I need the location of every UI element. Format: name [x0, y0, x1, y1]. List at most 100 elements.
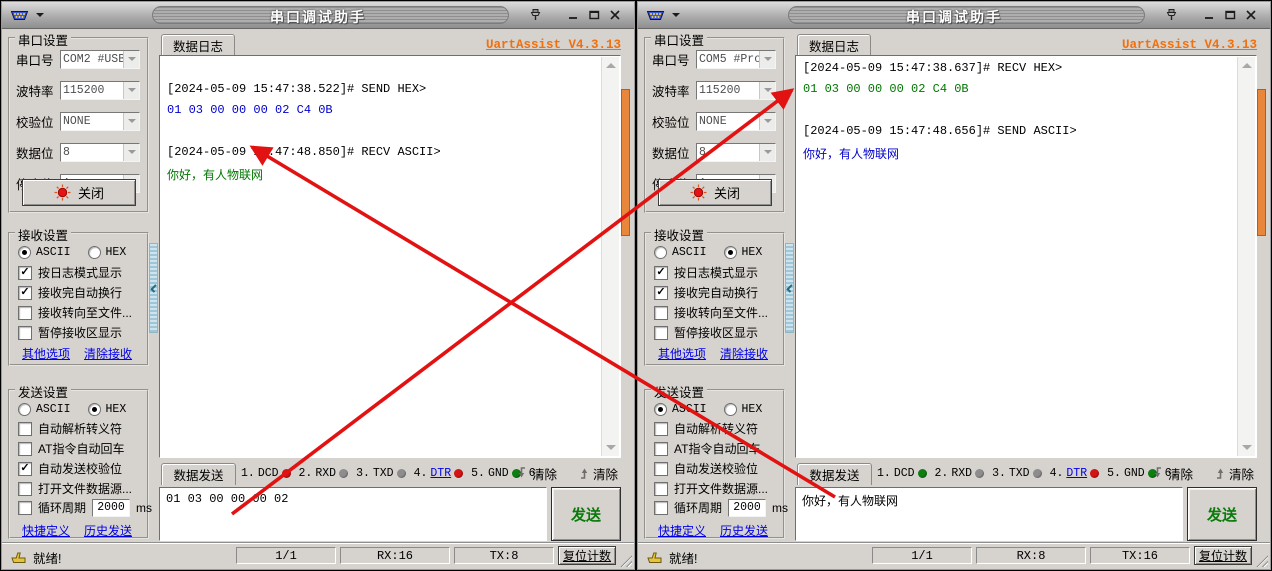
checkbox-log-mode[interactable] — [18, 266, 32, 280]
brand-link[interactable]: UartAssist V4.3.13 — [1122, 38, 1257, 52]
scrollbar-thumb[interactable] — [621, 89, 630, 236]
dropdown-button[interactable] — [759, 51, 775, 68]
log-scrollbar[interactable] — [1237, 57, 1255, 456]
parity-combo[interactable]: NONE — [60, 112, 140, 131]
scroll-up-icon[interactable] — [1242, 63, 1252, 68]
window-menu-button[interactable] — [10, 6, 44, 24]
maximize-button[interactable] — [585, 6, 603, 23]
pin-button[interactable] — [1162, 6, 1180, 23]
cycle-period-input[interactable]: 2000 — [92, 499, 130, 517]
dropdown-button[interactable] — [123, 144, 139, 161]
tab-label: 数据日志 — [809, 36, 859, 55]
tab-data-log[interactable]: 数据日志 — [161, 34, 235, 56]
send-button[interactable]: 发送 — [1187, 487, 1257, 541]
checkbox-redirect-file[interactable] — [654, 306, 668, 320]
checkbox-file-source[interactable] — [654, 482, 668, 496]
radio-send-hex[interactable] — [88, 403, 101, 416]
checkbox-auto-wrap[interactable] — [654, 286, 668, 300]
scrollbar-thumb[interactable] — [1257, 89, 1266, 236]
tab-data-send[interactable]: 数据发送 — [161, 463, 236, 485]
close-button[interactable] — [1242, 6, 1260, 23]
log-scrollbar[interactable] — [601, 57, 619, 456]
minimize-button[interactable] — [1200, 6, 1218, 23]
panel-splitter[interactable] — [785, 243, 794, 333]
pin-button[interactable] — [526, 6, 544, 23]
send-button[interactable]: 发送 — [551, 487, 621, 541]
maximize-button[interactable] — [1221, 6, 1239, 23]
link-other-options[interactable]: 其他选项 — [658, 345, 706, 362]
indicator-dtr[interactable]: 4.DTR — [1050, 467, 1100, 480]
port-combo[interactable]: COM2 #USB — [60, 50, 140, 69]
scroll-down-icon[interactable] — [1242, 445, 1252, 450]
baudrate-combo[interactable]: 115200 — [60, 81, 140, 100]
radio-send-hex[interactable] — [724, 403, 737, 416]
dropdown-button[interactable] — [759, 113, 775, 130]
close-port-button[interactable]: 关闭 — [22, 179, 136, 206]
indicator-dtr[interactable]: 4.DTR — [414, 467, 464, 480]
dropdown-button[interactable] — [759, 82, 775, 99]
link-shortcut-define[interactable]: 快捷定义 — [658, 522, 706, 539]
databits-combo[interactable]: 8 — [60, 143, 140, 162]
radio-send-ascii[interactable] — [18, 403, 31, 416]
panel-splitter[interactable] — [149, 243, 158, 333]
link-clear-receive[interactable]: 清除接收 — [84, 345, 132, 362]
data-log-area[interactable]: [2024-05-09 15:47:38.637]# RECV HEX> 01 … — [795, 55, 1257, 458]
checkbox-auto-checksum[interactable] — [18, 462, 32, 476]
reset-counter-button[interactable]: 复位计数 — [1194, 546, 1252, 565]
link-history-send[interactable]: 历史发送 — [720, 522, 768, 539]
close-port-button[interactable]: 关闭 — [658, 179, 772, 206]
send-input[interactable]: 01 03 00 00 00 02 — [159, 487, 547, 541]
clear-recv-button[interactable]: 清除 — [1214, 464, 1254, 482]
radio-recv-ascii[interactable] — [18, 246, 31, 259]
databits-combo[interactable]: 8 — [696, 143, 776, 162]
checkbox-cycle-period[interactable] — [18, 501, 32, 515]
checkbox-cycle-period[interactable] — [654, 501, 668, 515]
clear-recv-button[interactable]: 清除 — [578, 464, 618, 482]
checkbox-auto-wrap[interactable] — [18, 286, 32, 300]
scroll-down-icon[interactable] — [606, 445, 616, 450]
checkbox-parse-escape[interactable] — [654, 422, 668, 436]
tab-data-send[interactable]: 数据发送 — [797, 463, 872, 485]
brand-link[interactable]: UartAssist V4.3.13 — [486, 38, 621, 52]
cycle-unit: ms — [772, 501, 788, 515]
checkbox-at-return[interactable] — [18, 442, 32, 456]
link-history-send[interactable]: 历史发送 — [84, 522, 132, 539]
close-button[interactable] — [606, 6, 624, 23]
checkbox-at-return[interactable] — [654, 442, 668, 456]
clear-send-button[interactable]: 清除 — [517, 464, 557, 482]
checkbox-parse-escape[interactable] — [18, 422, 32, 436]
checkbox-pause-display[interactable] — [18, 326, 32, 340]
dropdown-button[interactable] — [123, 51, 139, 68]
resize-grip[interactable] — [1255, 554, 1268, 567]
parity-combo[interactable]: NONE — [696, 112, 776, 131]
link-other-options[interactable]: 其他选项 — [22, 345, 70, 362]
checkbox-auto-checksum[interactable] — [654, 462, 668, 476]
checkbox-log-mode[interactable] — [654, 266, 668, 280]
reset-counter-button[interactable]: 复位计数 — [558, 546, 616, 565]
tab-data-log[interactable]: 数据日志 — [797, 34, 871, 56]
link-clear-receive[interactable]: 清除接收 — [720, 345, 768, 362]
radio-send-ascii[interactable] — [654, 403, 667, 416]
dropdown-button[interactable] — [759, 144, 775, 161]
resize-grip[interactable] — [619, 554, 632, 567]
radio-recv-hex[interactable] — [724, 246, 737, 259]
data-log-area[interactable]: [2024-05-09 15:47:38.522]# SEND HEX> 01 … — [159, 55, 621, 458]
clear-send-button[interactable]: 清除 — [1153, 464, 1193, 482]
link-shortcut-define[interactable]: 快捷定义 — [22, 522, 70, 539]
send-settings-group: 发送设置 ASCII HEX 自动解析转义符 AT指令自动回车 自动发送校验位 … — [8, 389, 149, 539]
checkbox-redirect-file[interactable] — [18, 306, 32, 320]
baudrate-combo[interactable]: 115200 — [696, 81, 776, 100]
checkbox-pause-display[interactable] — [654, 326, 668, 340]
radio-recv-hex[interactable] — [88, 246, 101, 259]
scroll-up-icon[interactable] — [606, 63, 616, 68]
dropdown-button[interactable] — [123, 113, 139, 130]
checkbox-file-source[interactable] — [18, 482, 32, 496]
dropdown-button[interactable] — [123, 82, 139, 99]
port-combo[interactable]: COM5 #Pro — [696, 50, 776, 69]
send-input[interactable]: 你好，有人物联网 — [795, 487, 1183, 541]
recv-links: 其他选项 清除接收 — [22, 345, 132, 362]
radio-recv-ascii[interactable] — [654, 246, 667, 259]
cycle-period-input[interactable]: 2000 — [728, 499, 766, 517]
window-menu-button[interactable] — [646, 6, 680, 24]
minimize-button[interactable] — [564, 6, 582, 23]
